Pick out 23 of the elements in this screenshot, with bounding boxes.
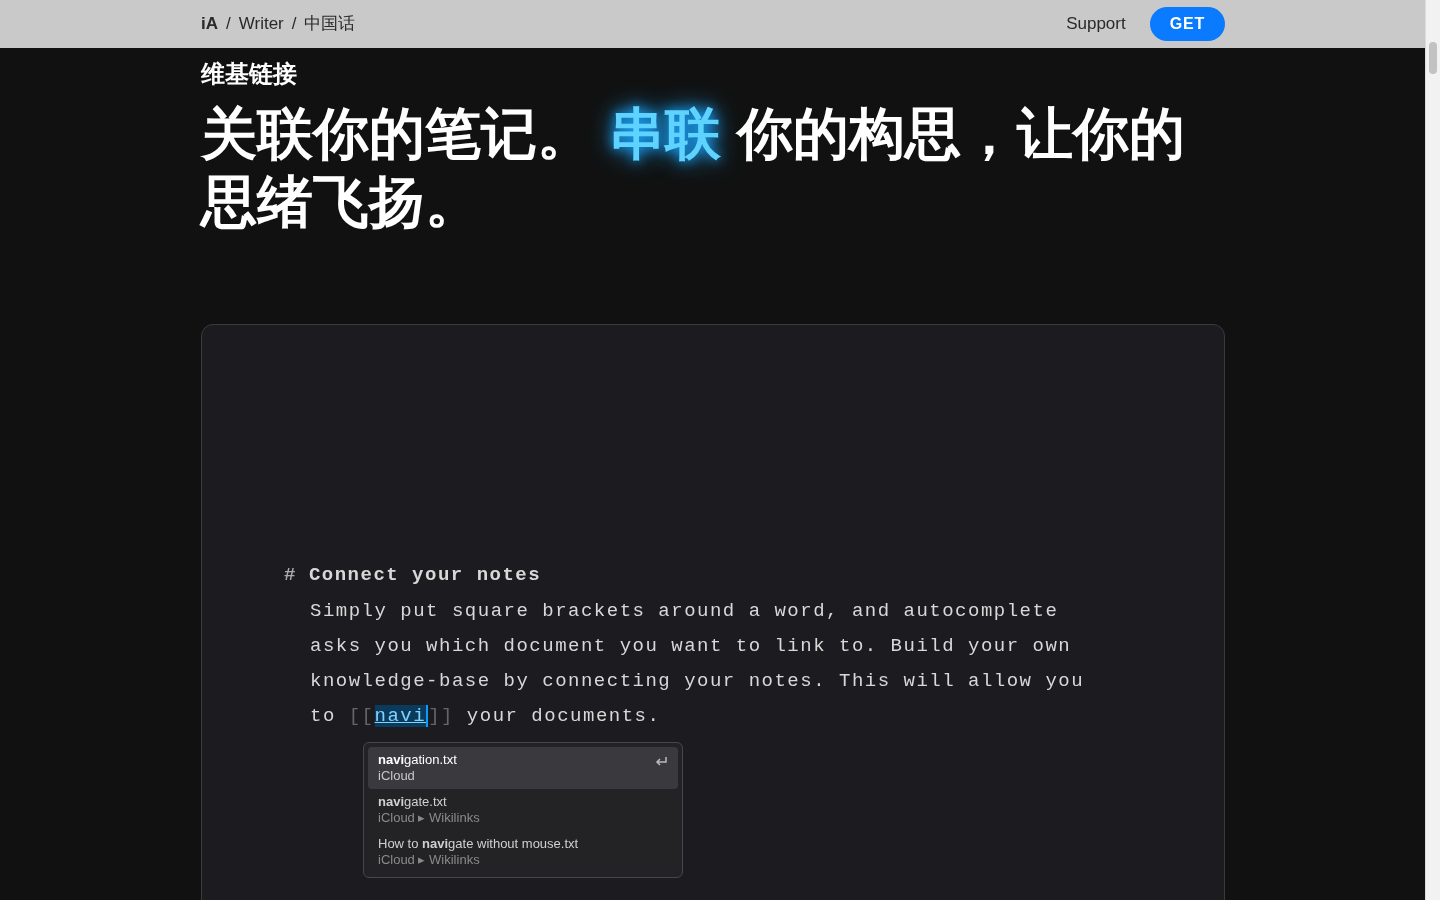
file-name: navigate.txt — [378, 793, 448, 810]
breadcrumb-separator: / — [226, 13, 231, 36]
breadcrumb-separator: / — [291, 13, 297, 36]
breadcrumb-link[interactable]: Writer — [238, 11, 284, 37]
editor-heading: Connect your notes — [308, 563, 542, 588]
file-name: How to navigate without mouse.txt — [378, 835, 579, 852]
suggestion-item[interactable]: How to navigate without mouse.txt iCloud ▸ Wikilinks — [368, 830, 678, 873]
return-key-icon — [654, 755, 668, 768]
get-button[interactable]: GET — [1149, 7, 1225, 41]
editor-paragraph: Simply put square brackets around a word, and autocomplete asks you which document you want to link to. Build your own knowledge-base by connecting your notes. This will allow you to [[navi]] your documents. — [310, 598, 1086, 729]
file-path: iCloud — [378, 767, 416, 784]
support-link[interactable]: Support — [1066, 11, 1126, 37]
breadcrumb-link[interactable]: 中国话 — [304, 11, 356, 37]
file-path: iCloud ▸ Wikilinks — [378, 851, 481, 868]
headline: 关联你的笔记。 串联 你的构思，让你的思绪飞扬。 — [201, 101, 1186, 235]
section-label: 维基链接 — [201, 59, 298, 89]
file-path: iCloud ▸ Wikilinks — [378, 809, 480, 826]
file-name: navigation.txt — [378, 751, 457, 768]
heading-mark: # — [284, 563, 297, 588]
suggestion-item[interactable]: navigation.txt iCloud — [368, 746, 678, 789]
breadcrumb-link[interactable]: iA — [201, 11, 218, 37]
scrollbar[interactable] — [1425, 0, 1440, 900]
suggestion-item[interactable]: navigate.txt iCloud ▸ Wikilinks — [368, 788, 678, 831]
